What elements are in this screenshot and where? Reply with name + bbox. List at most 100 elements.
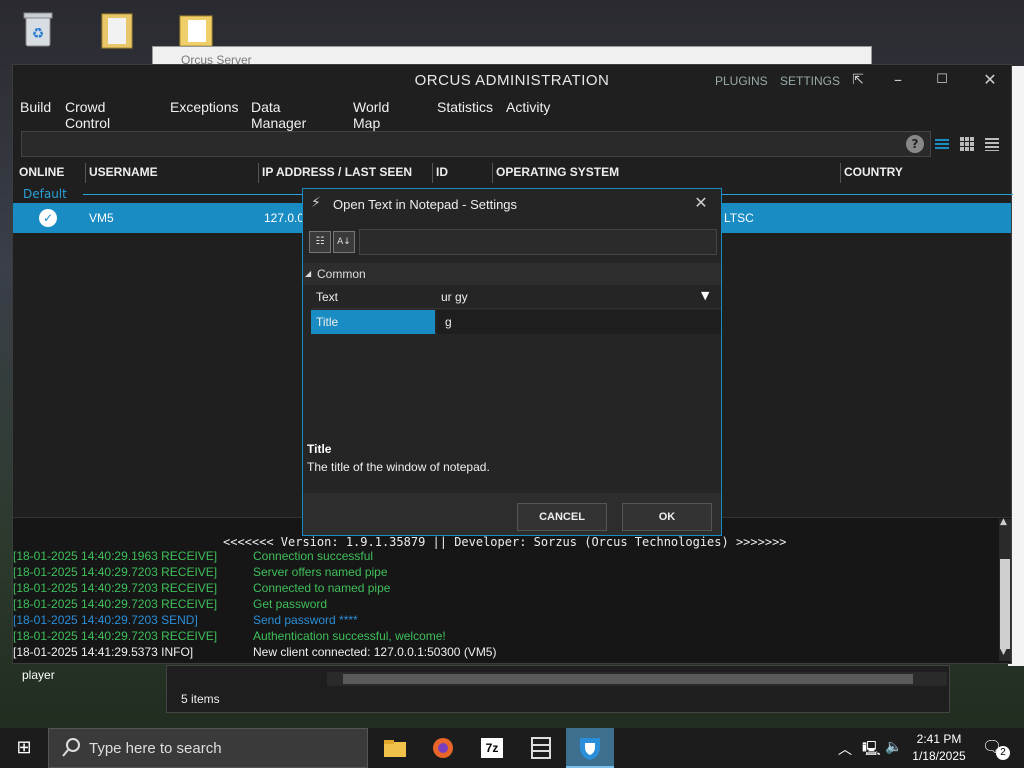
log-message: New client connected: 127.0.0.1:50300 (V…	[253, 645, 497, 659]
horizontal-scrollbar[interactable]	[327, 672, 947, 686]
property-search-input[interactable]	[359, 229, 717, 255]
log-timestamp: [18-01-2025 14:40:29.7203 RECEIVE]	[13, 565, 218, 579]
column-online[interactable]: ONLINE	[19, 165, 64, 185]
list-view-icon[interactable]	[933, 135, 951, 153]
menu-statistics[interactable]: Statistics	[437, 99, 493, 115]
log-timestamp: [18-01-2025 14:41:29.5373 INFO]	[13, 645, 194, 659]
log-message: Connection successful	[253, 549, 374, 563]
titlebar: ORCUS ADMINISTRATION PLUGINS SETTINGS ⇱ …	[13, 65, 1011, 95]
firefox-icon[interactable]	[420, 728, 466, 768]
console-banner: <<<<<<< Version: 1.9.1.35879 || Develope…	[223, 535, 787, 549]
column-separator	[492, 163, 493, 183]
property-name: Title	[316, 315, 339, 329]
search-placeholder: Type here to search	[89, 740, 222, 757]
log-message: Authentication successful, welcome!	[253, 629, 446, 643]
description-title: Title	[307, 442, 332, 456]
svg-text:♻: ♻	[32, 26, 45, 42]
column-username[interactable]: USERNAME	[89, 165, 158, 185]
user-folder-icon[interactable]	[98, 8, 138, 52]
lightning-icon: ⚡	[311, 195, 321, 211]
taskbar-search-input[interactable]: Type here to search	[48, 728, 368, 768]
chevron-down-icon[interactable]: ▼	[701, 289, 709, 302]
client-ip: 127.0.0.	[264, 211, 308, 225]
menu-build[interactable]: Build	[20, 99, 51, 115]
log-timestamp: [18-01-2025 14:40:29.1963 RECEIVE]	[13, 549, 218, 563]
menu-crowd-control[interactable]: Crowd Control	[65, 99, 110, 131]
popout-icon[interactable]: ⇱	[845, 69, 871, 91]
log-message: Send password ****	[253, 613, 358, 627]
minimize-button[interactable]: –	[885, 69, 911, 91]
column-separator	[432, 163, 433, 183]
orcus-server-icon[interactable]	[518, 728, 564, 768]
settings-dialog: ⚡ Open Text in Notepad - Settings ✕ ☷ A↓…	[302, 188, 722, 536]
search-icon	[61, 737, 81, 763]
client-os: LTSC	[724, 211, 754, 225]
column-operating-system[interactable]: OPERATING SYSTEM	[496, 165, 619, 185]
menu-data-manager[interactable]: Data Manager	[251, 99, 306, 131]
menu-world-map[interactable]: World Map	[353, 99, 389, 131]
clock-time[interactable]: 2:41 PM	[912, 732, 966, 746]
log-message: Get password	[253, 597, 328, 611]
notification-count: 2	[996, 746, 1010, 760]
description-text: The title of the window of notepad.	[307, 460, 490, 474]
log-timestamp: [18-01-2025 14:40:29.7203 RECEIVE]	[13, 597, 218, 611]
taskbar: ⊞ Type here to search 7z ︿ 🖳 🔈 2:41 PM 1…	[0, 728, 1024, 768]
7zip-icon[interactable]: 7z	[468, 728, 514, 768]
menu-activity[interactable]: Activity	[506, 99, 550, 115]
column-ip-address[interactable]: IP ADDRESS / LAST SEEN	[262, 165, 412, 185]
ok-button[interactable]: OK	[622, 503, 712, 531]
property-row-title[interactable]: Title g	[311, 310, 721, 334]
close-button[interactable]: ✕	[977, 69, 1003, 91]
property-row-text[interactable]: Text ur gy ▼	[311, 285, 721, 309]
dialog-title: Open Text in Notepad - Settings	[333, 197, 518, 212]
background-explorer-titlebar: Orcus Server	[152, 46, 872, 67]
recycle-bin-icon[interactable]: ♻	[18, 8, 58, 52]
file-explorer-icon[interactable]	[372, 728, 418, 768]
clock-date[interactable]: 1/18/2025	[906, 749, 972, 763]
dialog-close-button[interactable]: ✕	[691, 193, 711, 212]
column-separator	[85, 163, 86, 183]
maximize-button[interactable]: ☐	[929, 69, 955, 91]
network-icon[interactable]: 🖳	[862, 738, 881, 762]
plugins-link[interactable]: PLUGINS	[715, 74, 768, 88]
volume-muted-icon[interactable]: 🔈	[885, 738, 902, 755]
grid-view-icon[interactable]	[958, 135, 976, 153]
column-separator	[258, 163, 259, 183]
log-timestamp: [18-01-2025 14:40:29.7203 SEND]	[13, 613, 198, 627]
details-view-icon[interactable]	[983, 135, 1001, 153]
alphabetical-sort-button[interactable]: A↓	[333, 231, 355, 253]
column-id[interactable]: ID	[436, 165, 448, 185]
title-value-text: g	[445, 315, 452, 329]
settings-link[interactable]: SETTINGS	[780, 74, 840, 88]
orcus-admin-taskbar-icon[interactable]	[566, 728, 614, 768]
log-message: Server offers named pipe	[253, 565, 388, 579]
log-timestamp: [18-01-2025 14:40:29.7203 RECEIVE]	[13, 581, 218, 595]
7zip-label: 7z	[481, 738, 503, 758]
title-value-input[interactable]	[437, 310, 721, 334]
background-status-bar: 5 items	[166, 665, 950, 713]
column-separator	[840, 163, 841, 183]
column-country[interactable]: COUNTRY	[844, 165, 903, 185]
property-name: Text	[316, 290, 339, 304]
group-label[interactable]: Default	[23, 187, 67, 201]
help-icon[interactable]: ?	[906, 135, 924, 153]
scroll-up-icon[interactable]: ▲	[1000, 517, 1007, 527]
status-items-count: 5 items	[181, 692, 220, 706]
text-value-dropdown[interactable]: ur gy	[441, 290, 468, 304]
show-hidden-icons-chevron-icon[interactable]: ︿	[838, 739, 852, 759]
cancel-button[interactable]: CANCEL	[517, 503, 607, 531]
scroll-down-icon[interactable]: ▼	[1000, 647, 1007, 657]
categorized-sort-button[interactable]: ☷	[309, 231, 331, 253]
property-category[interactable]: ◢ Common	[303, 263, 721, 285]
player-label: player	[22, 668, 55, 682]
collapse-triangle-icon[interactable]: ◢	[305, 269, 311, 278]
windows-start-icon[interactable]: ⊞	[0, 728, 48, 768]
menu-exceptions[interactable]: Exceptions	[170, 99, 238, 115]
console-scroll-thumb[interactable]	[1000, 559, 1010, 649]
client-username: VM5	[89, 211, 114, 225]
log-timestamp: [18-01-2025 14:40:29.7203 RECEIVE]	[13, 629, 218, 643]
category-label: Common	[317, 267, 366, 281]
log-message: Connected to named pipe	[253, 581, 391, 595]
online-check-icon: ✓	[39, 209, 57, 227]
client-search-input[interactable]	[21, 131, 931, 157]
